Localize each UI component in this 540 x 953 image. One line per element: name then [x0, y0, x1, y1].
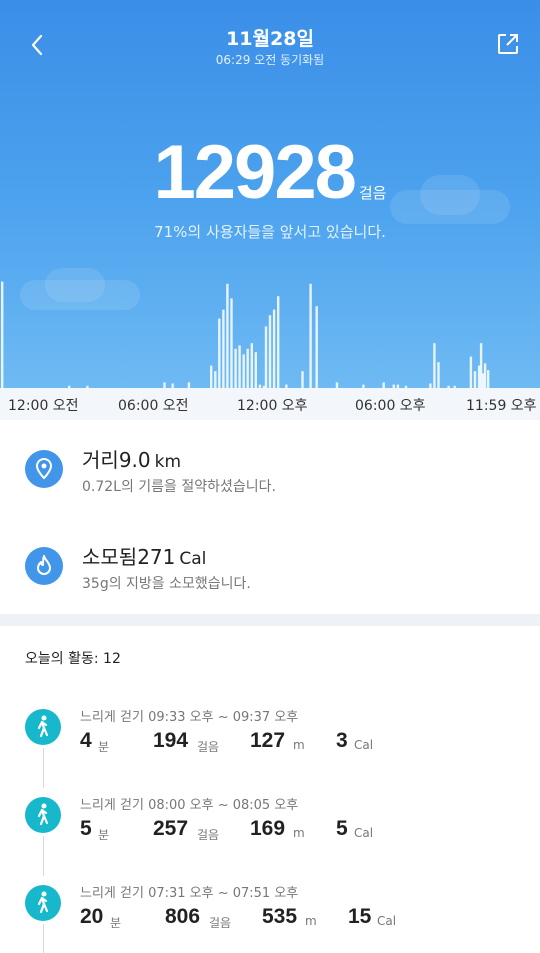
activity-icon-circle: [25, 885, 61, 921]
stat-icon-circle: [25, 450, 63, 488]
timeline-connector: [43, 924, 44, 953]
location-pin-icon: [35, 457, 53, 480]
activity-distance: 127: [250, 729, 286, 752]
activity-minutes: 4: [80, 729, 92, 752]
hero-panel: 11월28일 06:29 오전 동기화됨 12928 걸음 71%의 사용자들을 …: [0, 0, 540, 390]
walking-icon: [37, 803, 49, 826]
step-bar: [218, 318, 221, 388]
activity-calories: 3: [336, 729, 348, 752]
activity-title: 느리게 걷기 08:00 오후 ~ 08:05 오후: [80, 798, 299, 813]
step-bar: [246, 348, 249, 388]
step-bar: [268, 315, 272, 388]
distance-sub: 0.72L의 기름을 절약하셨습니다.: [82, 479, 277, 495]
activity-minutes-unit: 분: [98, 828, 110, 842]
activity-calories-unit: Cal: [354, 826, 374, 840]
activities-header-label: 오늘의 활동:: [25, 651, 99, 667]
activity-icon-circle: [25, 797, 61, 833]
steps-count: 12928: [153, 130, 357, 215]
step-bar: [222, 309, 225, 388]
walking-icon: [37, 715, 49, 738]
steps-display: 12928 걸음: [0, 128, 540, 218]
steps-unit: 걸음: [358, 184, 387, 202]
calories-unit: Cal: [179, 549, 207, 569]
activity-distance-unit: m: [305, 914, 317, 928]
activity-calories: 5: [336, 817, 348, 840]
step-bar: [226, 283, 229, 388]
step-bar: [272, 309, 276, 388]
hourly-steps-chart: [1, 281, 490, 388]
activity-calories-unit: Cal: [354, 738, 374, 752]
step-bar: [309, 283, 312, 388]
activity-distance: 169: [250, 817, 286, 840]
step-bar: [238, 345, 241, 388]
distance-value: 9.0: [118, 448, 151, 472]
step-bar: [469, 356, 473, 388]
step-bar: [214, 371, 217, 388]
calories-label: 소모됨: [82, 545, 138, 569]
page-title: 11월28일: [226, 28, 314, 50]
activity-minutes-unit: 분: [98, 740, 110, 754]
step-bar: [234, 348, 237, 388]
step-bar: [277, 296, 280, 388]
step-bar: [250, 343, 253, 388]
timeline-connector: [43, 748, 44, 788]
step-bar: [264, 326, 268, 388]
calories-main: 소모됨271 Cal: [82, 541, 206, 570]
timeline-connector: [43, 836, 44, 876]
distance-stat: 거리9.0 km 0.72L의 기름을 절약하셨습니다.: [0, 440, 540, 510]
activity-steps-unit: 걸음: [209, 916, 232, 930]
activity-distance-unit: m: [293, 826, 305, 840]
activity-distance: 535: [262, 905, 298, 928]
activity-steps: 257: [153, 817, 189, 840]
activities-header: 오늘의 활동: 12: [25, 648, 121, 668]
activity-minutes-unit: 분: [110, 916, 122, 930]
x-tick-label: 12:00 오후: [237, 398, 308, 414]
distance-unit: km: [154, 452, 182, 472]
step-bar: [254, 352, 257, 388]
x-tick-label: 06:00 오후: [355, 398, 426, 414]
sync-status: 06:29 오전 동기화됨: [215, 53, 325, 67]
step-bar: [315, 306, 318, 388]
step-bar: [483, 363, 487, 388]
step-bar: [487, 370, 490, 388]
section-divider: [0, 614, 540, 626]
activities-count: 12: [103, 651, 121, 667]
activity-title: 느리게 걷기 07:31 오후 ~ 07:51 오후: [80, 886, 299, 901]
activity-steps: 806: [165, 905, 201, 928]
step-bar: [473, 371, 477, 388]
activity-steps: 194: [153, 729, 189, 752]
activity-distance-unit: m: [293, 738, 305, 752]
activity-title: 느리게 걷기 09:33 오후 ~ 09:37 오후: [80, 710, 299, 725]
share-icon: [498, 34, 518, 54]
step-bar: [1, 281, 4, 388]
activity-calories-unit: Cal: [377, 914, 397, 928]
x-tick-label: 12:00 오전: [8, 398, 79, 414]
activity-steps-unit: 걸음: [197, 740, 220, 754]
step-bar: [230, 298, 233, 388]
rank-text: 71%의 사용자들을 앞서고 있습니다.: [154, 223, 386, 241]
flame-icon: [37, 555, 51, 575]
share-button[interactable]: [496, 32, 520, 56]
calories-value: 271: [137, 545, 176, 569]
distance-label: 거리: [82, 448, 119, 472]
calories-sub: 35g의 지방을 소모했습니다.: [82, 576, 251, 592]
step-bar: [433, 343, 436, 388]
x-tick-label: 06:00 오전: [118, 398, 189, 414]
walking-icon: [37, 891, 49, 914]
stat-icon-circle: [25, 547, 63, 585]
activity-calories: 15: [348, 905, 372, 928]
activity-icon-circle: [25, 709, 61, 745]
step-bar: [210, 365, 213, 388]
activity-minutes: 5: [80, 817, 92, 840]
activity-steps-unit: 걸음: [197, 828, 220, 842]
step-bar: [437, 362, 440, 388]
distance-main: 거리9.0 km: [82, 444, 181, 473]
x-tick-label: 11:59 오후: [466, 398, 537, 414]
calories-stat: 소모됨271 Cal 35g의 지방을 소모했습니다.: [0, 537, 540, 607]
activity-minutes: 20: [80, 905, 104, 928]
step-bar: [301, 371, 304, 388]
step-bar: [242, 354, 245, 388]
